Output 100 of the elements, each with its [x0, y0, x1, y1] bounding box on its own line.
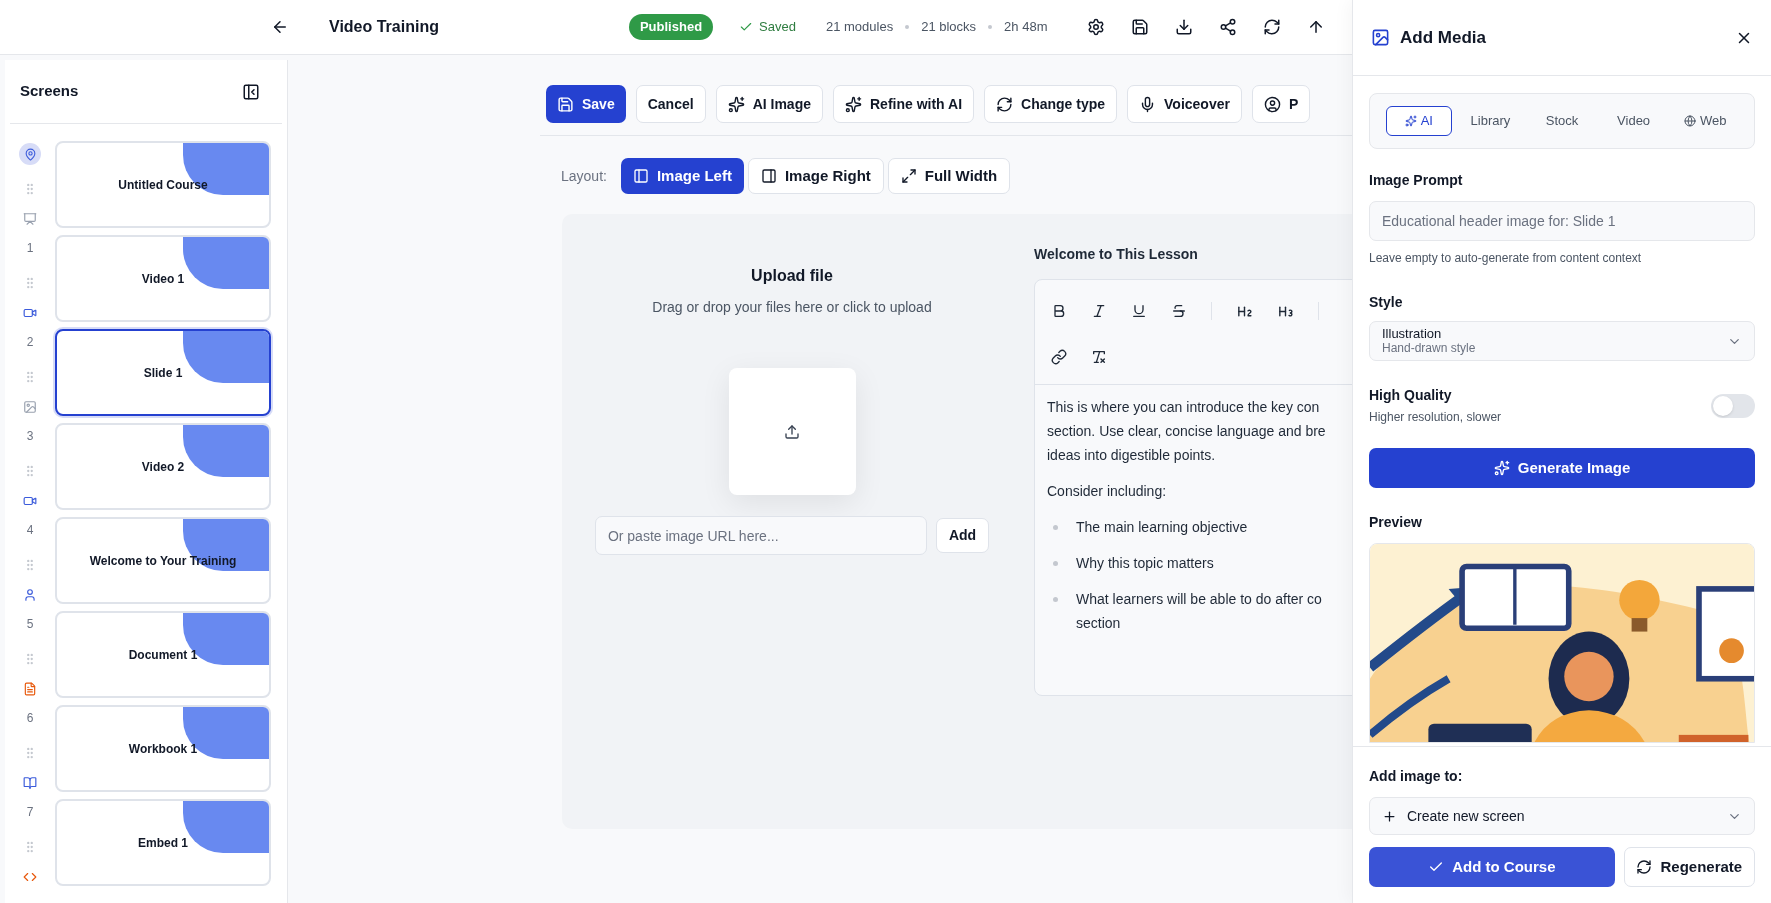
list-item-line: section	[1076, 614, 1122, 633]
screen-thumbnail[interactable]: Slide 1	[55, 329, 271, 416]
refresh-icon[interactable]	[1263, 18, 1282, 36]
save-icon[interactable]	[1131, 18, 1150, 36]
media-tab[interactable]: Library	[1457, 106, 1524, 136]
layout-option[interactable]: Full Width	[887, 158, 1011, 194]
screen-title: Embed 1	[138, 834, 188, 852]
course-stat: 2h 48m	[1004, 18, 1048, 37]
toolbar-button[interactable]: Save	[546, 85, 626, 123]
high-quality-description: Higher resolution, slower	[1369, 409, 1502, 426]
screen-number: 4	[26, 522, 34, 539]
lesson-title: Welcome to This Lesson	[1034, 245, 1199, 264]
toolbar-button[interactable]: AI Image	[715, 85, 823, 123]
bold-icon[interactable]	[1051, 303, 1067, 319]
upload-title: Upload file	[751, 266, 833, 286]
layout-option[interactable]: Image Left	[620, 158, 744, 194]
sparkles-icon	[1404, 115, 1417, 127]
media-tab[interactable]: Web	[1672, 106, 1738, 136]
generate-image-button[interactable]: Generate Image	[1369, 448, 1755, 488]
paragraph-line: section. Use clear, concise language and bre	[1047, 422, 1327, 441]
sidebar-title: Screens	[20, 81, 79, 102]
screen-title: Workbook 1	[128, 740, 198, 758]
link-icon[interactable]	[1051, 349, 1067, 365]
refresh-icon	[1636, 859, 1653, 875]
panel-title: Add Media	[1400, 26, 1486, 49]
collapse-sidebar-icon[interactable]	[242, 82, 260, 101]
plus-icon	[1382, 808, 1397, 824]
high-quality-switch[interactable]	[1711, 393, 1755, 418]
add-to-course-button[interactable]: Add to Course	[1369, 847, 1615, 887]
sparkles-icon	[727, 95, 745, 113]
list-intro: Consider including:	[1047, 482, 1168, 501]
paragraph-line: ideas into digestible points.	[1047, 446, 1217, 465]
image-icon	[23, 400, 37, 414]
prompt-help-text: Leave empty to auto-generate from content context	[1369, 250, 1643, 267]
image-prompt-field[interactable]: Educational header image for: Slide 1	[1369, 201, 1755, 241]
destination-select[interactable]: Create new screen	[1369, 797, 1755, 835]
user-icon	[23, 588, 37, 602]
settings-icon[interactable]	[1087, 18, 1106, 36]
screen-number: 2	[26, 334, 34, 351]
add-to-label: Add image to:	[1369, 767, 1464, 786]
screen-number: 5	[26, 616, 34, 633]
panel-right-icon	[760, 168, 777, 184]
user-circle-icon	[1263, 95, 1281, 113]
screen-number: 6	[26, 710, 34, 727]
image-icon	[1371, 28, 1390, 47]
document-icon	[23, 682, 37, 696]
download-icon[interactable]	[1175, 18, 1194, 36]
globe-icon	[1683, 115, 1696, 127]
toolbar-button[interactable]: Cancel	[635, 85, 706, 123]
italic-icon[interactable]	[1091, 303, 1107, 319]
toolbar-button[interactable]: Refine with AI	[833, 85, 975, 123]
list-item-line: The main learning objective	[1076, 518, 1248, 537]
course-stat: 21 blocks	[921, 18, 977, 37]
panel-left-icon	[632, 168, 649, 184]
save-status: Saved	[759, 18, 796, 37]
status-badge: Published	[628, 14, 714, 40]
media-tab[interactable]: AI	[1386, 106, 1452, 136]
underline-icon[interactable]	[1131, 303, 1147, 319]
regenerate-button[interactable]: Regenerate	[1623, 847, 1755, 887]
screen-thumbnail[interactable]: Embed 1	[55, 799, 271, 886]
course-stat: 21 modules	[825, 18, 894, 37]
sparkles-icon	[1493, 460, 1510, 476]
layout-option[interactable]: Image Right	[747, 158, 884, 194]
screen-title: Video 2	[141, 458, 185, 476]
strikethrough-icon[interactable]	[1171, 303, 1187, 319]
book-icon	[23, 776, 37, 790]
video-camera-icon	[23, 494, 37, 508]
screen-thumbnail[interactable]: Video 1	[55, 235, 271, 322]
save-icon	[557, 95, 574, 113]
presentation-icon	[23, 212, 37, 226]
preview-label: Preview	[1369, 513, 1423, 532]
upload-icon	[784, 423, 800, 440]
image-url-field[interactable]: Or paste image URL here...	[594, 516, 927, 555]
screen-title: Video 1	[141, 270, 185, 288]
media-tab[interactable]: Video	[1600, 106, 1667, 136]
refresh-icon	[996, 95, 1014, 113]
screen-thumbnail[interactable]: Video 2	[55, 423, 271, 510]
prompt-label: Image Prompt	[1369, 171, 1464, 190]
media-tab[interactable]: Stock	[1529, 106, 1595, 136]
screen-number: 1	[26, 240, 34, 257]
toolbar-button[interactable]: P	[1251, 85, 1311, 123]
toolbar-button[interactable]: Voiceover	[1127, 85, 1242, 123]
course-title: Video Training	[329, 17, 439, 37]
add-url-button[interactable]: Add	[935, 518, 990, 553]
list-item-line: What learners will be able to do after co	[1076, 590, 1322, 609]
toolbar-button[interactable]: Change type	[984, 85, 1118, 123]
screen-number: 7	[26, 804, 34, 821]
paragraph-line: This is where you can introduce the key con	[1047, 398, 1321, 417]
clear-formatting-icon[interactable]	[1091, 349, 1107, 365]
expand-icon	[900, 168, 917, 184]
style-select[interactable]: Illustration Hand-drawn style	[1369, 321, 1755, 361]
screen-title: Document 1	[128, 646, 198, 664]
screen-thumbnail[interactable]: Document 1	[55, 611, 271, 698]
style-label: Style	[1369, 293, 1404, 312]
screen-thumbnail[interactable]: Workbook 1	[55, 705, 271, 792]
upload-subtitle: Drag or drop your files here or click to upload	[652, 298, 932, 317]
sparkles-icon	[845, 95, 862, 113]
screen-title: Slide 1	[143, 364, 183, 382]
share-icon[interactable]	[1219, 18, 1238, 36]
screen-number: 3	[26, 428, 34, 445]
